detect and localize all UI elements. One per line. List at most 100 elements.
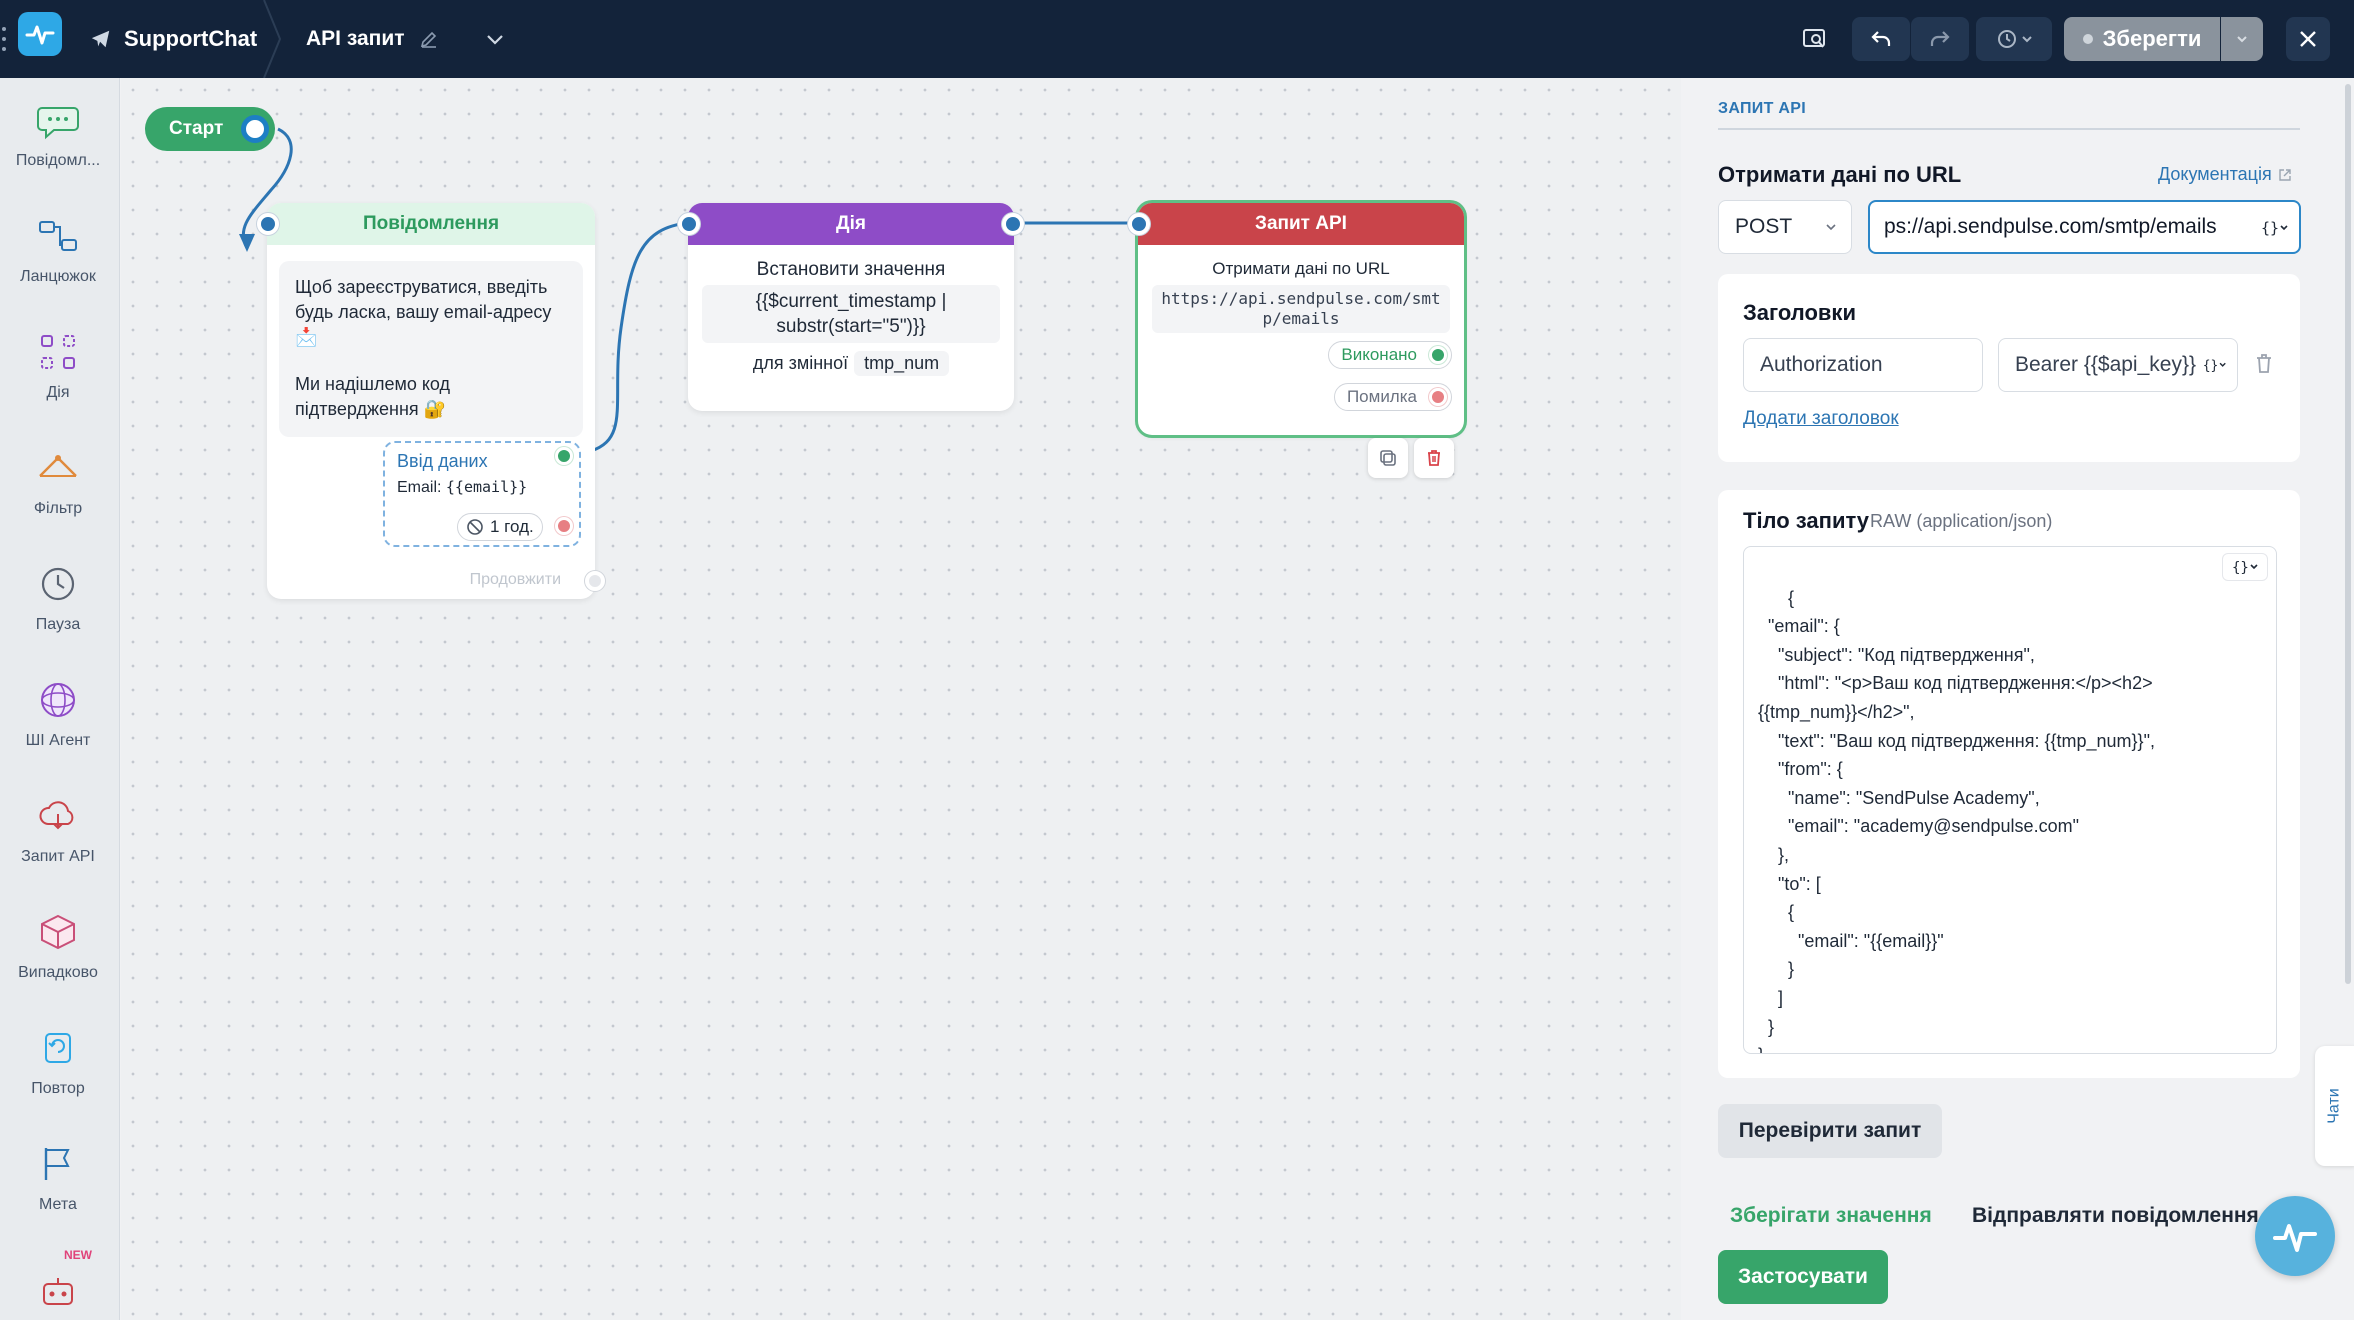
variable-insert-icon[interactable]: {} bbox=[2197, 354, 2227, 376]
error-port[interactable] bbox=[1429, 388, 1447, 406]
chevron-down-icon[interactable] bbox=[483, 27, 507, 51]
svg-text:{}: {} bbox=[2261, 219, 2279, 237]
timer-off-icon bbox=[467, 519, 483, 535]
chats-side-tab[interactable]: Чати bbox=[2315, 1046, 2354, 1166]
input-field-row: Email: {{email}} bbox=[397, 478, 567, 497]
preview-button[interactable] bbox=[1792, 17, 1836, 61]
headers-card: Заголовки Authorization Bearer {{$api_ke… bbox=[1718, 274, 2300, 462]
delete-node-button[interactable] bbox=[1414, 438, 1454, 478]
unsaved-indicator bbox=[2082, 34, 2093, 44]
url-label: Отримати дані по URL bbox=[1718, 162, 1962, 187]
dice-icon bbox=[41, 914, 75, 950]
input-timeout-port[interactable] bbox=[555, 517, 573, 535]
sidebar-item-label: Фільтр bbox=[33, 500, 83, 517]
header-value-input[interactable]: Bearer {{$api_key}} {} bbox=[1998, 338, 2238, 392]
api-request-node[interactable]: Запит API Отримати дані по URL https://a… bbox=[1128, 203, 1464, 435]
request-body-editor[interactable]: { "email": { "subject": "Код підтверджен… bbox=[1743, 546, 2277, 1054]
external-link-icon bbox=[2279, 168, 2291, 181]
sidebar-item-new[interactable]: NEW bbox=[8, 1240, 108, 1320]
delete-header-icon[interactable] bbox=[2253, 352, 2275, 376]
api-input-port[interactable] bbox=[1128, 213, 1150, 235]
drag-handle-icon[interactable] bbox=[2, 27, 8, 51]
input-variable: {{email}} bbox=[445, 478, 528, 496]
close-button[interactable] bbox=[2286, 17, 2330, 61]
continue-port[interactable] bbox=[585, 571, 605, 591]
body-variable-insert[interactable]: {} bbox=[2222, 553, 2268, 581]
sidebar-item-label: Запит API bbox=[21, 848, 95, 865]
node-toolbar bbox=[1368, 438, 1454, 478]
action-node-title: Дія bbox=[688, 203, 1014, 245]
save-button[interactable]: Зберегти bbox=[2064, 17, 2220, 61]
continue-label: Продовжити bbox=[469, 571, 561, 588]
sidebar-item-action[interactable]: Дія bbox=[8, 312, 108, 420]
edit-pencil-icon[interactable] bbox=[419, 29, 439, 49]
message-text: Щоб зареєструватися, введіть будь ласка,… bbox=[295, 277, 552, 347]
sidebar-item-filter[interactable]: Фільтр bbox=[8, 428, 108, 536]
tab-save-values[interactable]: Зберігати значення bbox=[1730, 1204, 1932, 1228]
sidebar-item-pause[interactable]: Пауза bbox=[8, 544, 108, 652]
input-success-port[interactable] bbox=[555, 447, 573, 465]
sidebar-item-chain[interactable]: Ланцюжок bbox=[8, 196, 108, 304]
bot-selector[interactable]: SupportChat bbox=[90, 20, 257, 58]
action-expression: {{$current_timestamp | substr(start="5")… bbox=[702, 285, 1000, 343]
tab-send-messages[interactable]: Відправляти повідомлення bbox=[1972, 1204, 2259, 1228]
trash-icon bbox=[1428, 450, 1440, 466]
action-variable-name: tmp_num bbox=[854, 351, 950, 376]
sidebar-item-api-request[interactable]: Запит API bbox=[8, 776, 108, 884]
variable-insert-icon: {} bbox=[2232, 560, 2258, 576]
save-label: Зберегти bbox=[2102, 26, 2202, 51]
sidebar-item-random[interactable]: Випадково bbox=[8, 892, 108, 1000]
clock-icon bbox=[41, 567, 75, 601]
api-node-title: Запит API bbox=[1138, 203, 1464, 245]
action-line: Встановити значення bbox=[756, 259, 946, 280]
message-node[interactable]: Повідомлення Щоб зареєструватися, введіт… bbox=[257, 203, 605, 599]
api-success-output[interactable]: Виконано bbox=[1328, 341, 1452, 369]
message-node-title: Повідомлення bbox=[267, 203, 595, 245]
success-port[interactable] bbox=[1429, 346, 1447, 364]
help-chat-button[interactable] bbox=[2255, 1196, 2335, 1276]
sidebar-item-label: Ланцюжок bbox=[20, 268, 96, 285]
top-bar: SupportChat API запит Зберегти bbox=[0, 0, 2354, 78]
documentation-link-text: Документація bbox=[2158, 164, 2272, 184]
api-error-output[interactable]: Помилка bbox=[1333, 383, 1452, 411]
test-request-button[interactable]: Перевірити запит bbox=[1718, 1104, 1942, 1158]
undo-icon bbox=[1871, 31, 1891, 46]
panel-section-title: ЗАПИТ API bbox=[1718, 100, 1806, 117]
start-node[interactable]: Старт bbox=[145, 107, 275, 151]
undo-button[interactable] bbox=[1852, 17, 1910, 61]
repeat-icon bbox=[45, 1033, 71, 1063]
sidebar-item-repeat[interactable]: Повтор bbox=[8, 1008, 108, 1116]
body-title: Тіло запиту bbox=[1743, 508, 1870, 533]
add-header-link[interactable]: Додати заголовок bbox=[1743, 408, 1899, 430]
app-logo-icon[interactable] bbox=[18, 12, 62, 56]
message-input-port[interactable] bbox=[257, 213, 279, 235]
flow-title[interactable]: API запит bbox=[306, 20, 507, 58]
documentation-link[interactable]: Документація bbox=[2158, 164, 2292, 185]
request-body-text: { "email": { "subject": "Код підтверджен… bbox=[1758, 587, 2155, 1053]
chevron-down-icon bbox=[2022, 36, 2032, 43]
sidebar-item-message[interactable]: Повідомл... bbox=[8, 80, 108, 188]
variable-insert-icon[interactable]: {} bbox=[2261, 217, 2289, 239]
action-input-port[interactable] bbox=[678, 213, 700, 235]
header-key-input[interactable]: Authorization bbox=[1743, 338, 1983, 392]
method-select[interactable]: POST bbox=[1718, 200, 1852, 254]
flow-canvas[interactable]: Старт Повідомлення Щоб зареєструватися, … bbox=[121, 78, 1681, 1320]
apply-button[interactable]: Застосувати bbox=[1718, 1250, 1888, 1304]
action-output-port[interactable] bbox=[1002, 213, 1024, 235]
redo-button[interactable] bbox=[1911, 17, 1969, 61]
url-input[interactable]: ps://api.sendpulse.com/smtp/emails {} bbox=[1868, 200, 2301, 254]
timeout-chip: 1 год. bbox=[457, 513, 543, 541]
user-input-block[interactable]: Ввід даних Email: {{email}} 1 год. bbox=[383, 441, 581, 547]
duplicate-node-button[interactable] bbox=[1368, 438, 1408, 478]
start-output-port[interactable] bbox=[241, 115, 269, 143]
start-label: Старт bbox=[169, 118, 224, 139]
sidebar-item-goal[interactable]: Мета bbox=[8, 1124, 108, 1232]
history-button[interactable] bbox=[1976, 17, 2052, 61]
save-options-button[interactable] bbox=[2221, 17, 2263, 61]
telegram-icon bbox=[91, 30, 110, 48]
sidebar-item-label: Випадково bbox=[18, 964, 98, 981]
panel-scrollbar[interactable] bbox=[2345, 84, 2351, 984]
svg-text:{}: {} bbox=[2232, 560, 2249, 576]
action-node[interactable]: Дія Встановити значення {{$current_times… bbox=[678, 203, 1024, 411]
sidebar-item-ai-agent[interactable]: ШІ Агент bbox=[8, 660, 108, 768]
